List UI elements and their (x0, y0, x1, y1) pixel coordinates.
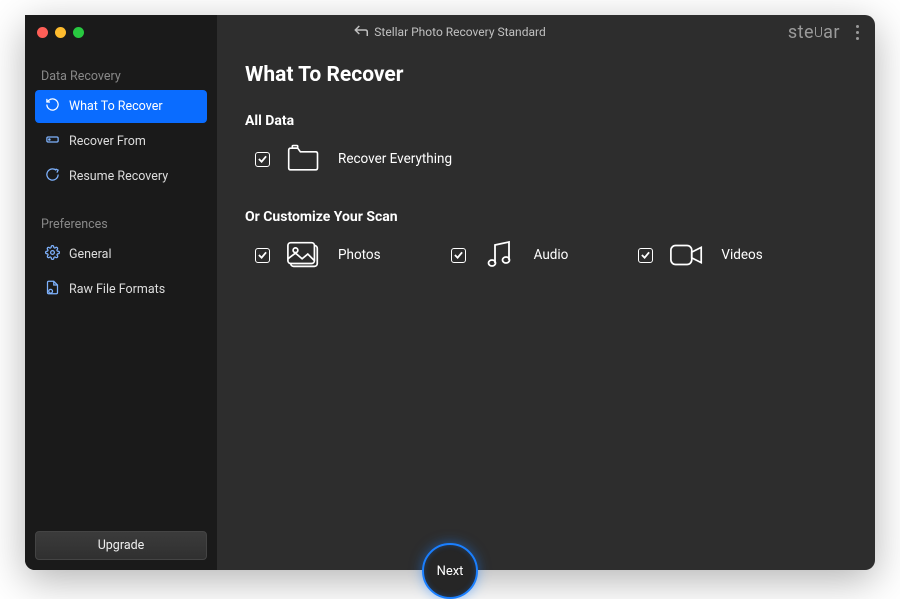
audio-label: Audio (534, 247, 569, 263)
sidebar-item-resume-recovery[interactable]: Resume Recovery (35, 160, 207, 193)
photos-option[interactable]: Photos (255, 241, 381, 269)
recover-everything-checkbox[interactable] (255, 152, 270, 167)
sidebar-item-what-to-recover[interactable]: What To Recover (35, 90, 207, 123)
sidebar-section-preferences: Preferences (35, 211, 207, 238)
file-icon (45, 280, 60, 299)
sidebar-item-raw-file-formats[interactable]: Raw File Formats (35, 273, 207, 306)
all-data-title: All Data (245, 113, 847, 129)
maximize-window-button[interactable] (73, 27, 84, 38)
next-label: Next (437, 564, 464, 579)
recover-everything-option[interactable]: Recover Everything (245, 145, 847, 173)
photos-label: Photos (338, 247, 381, 263)
gear-icon (45, 245, 60, 264)
sidebar-item-label: Raw File Formats (69, 282, 165, 297)
sidebar-item-label: General (69, 247, 112, 262)
brand-logo: stear (788, 22, 840, 43)
body: Data Recovery What To Recover Recover Fr… (25, 49, 875, 570)
folder-icon (286, 145, 322, 173)
titlebar: Stellar Photo Recovery Standard stear (25, 15, 875, 49)
recover-everything-label: Recover Everything (338, 151, 452, 167)
videos-icon (669, 241, 705, 269)
audio-icon (482, 241, 518, 269)
page-title: What To Recover (245, 63, 847, 87)
back-icon[interactable] (354, 25, 368, 40)
restore-icon (45, 97, 60, 116)
window-controls (37, 27, 84, 38)
sidebar-section-data-recovery: Data Recovery (35, 63, 207, 90)
title-center: Stellar Photo Recovery Standard (354, 25, 545, 40)
kebab-menu-icon[interactable] (852, 21, 863, 44)
audio-option[interactable]: Audio (451, 241, 569, 269)
videos-option[interactable]: Videos (638, 241, 762, 269)
videos-checkbox[interactable] (638, 248, 653, 263)
audio-checkbox[interactable] (451, 248, 466, 263)
app-window: Stellar Photo Recovery Standard stear Da… (25, 15, 875, 570)
next-button[interactable]: Next (422, 543, 478, 599)
close-window-button[interactable] (37, 27, 48, 38)
app-title: Stellar Photo Recovery Standard (374, 25, 545, 39)
sidebar-item-label: Resume Recovery (69, 169, 168, 184)
title-right: stear (788, 21, 863, 44)
sidebar-item-label: Recover From (69, 134, 146, 149)
videos-label: Videos (721, 247, 762, 263)
sidebar-item-general[interactable]: General (35, 238, 207, 271)
drive-icon (45, 132, 60, 151)
customize-title: Or Customize Your Scan (245, 209, 847, 225)
sidebar-item-label: What To Recover (69, 99, 163, 114)
main-content: What To Recover All Data Recover Everyth… (217, 49, 875, 570)
sidebar: Data Recovery What To Recover Recover Fr… (25, 15, 217, 570)
sidebar-item-recover-from[interactable]: Recover From (35, 125, 207, 158)
photos-icon (286, 241, 322, 269)
photos-checkbox[interactable] (255, 248, 270, 263)
minimize-window-button[interactable] (55, 27, 66, 38)
upgrade-button[interactable]: Upgrade (35, 531, 207, 560)
resume-icon (45, 167, 60, 186)
